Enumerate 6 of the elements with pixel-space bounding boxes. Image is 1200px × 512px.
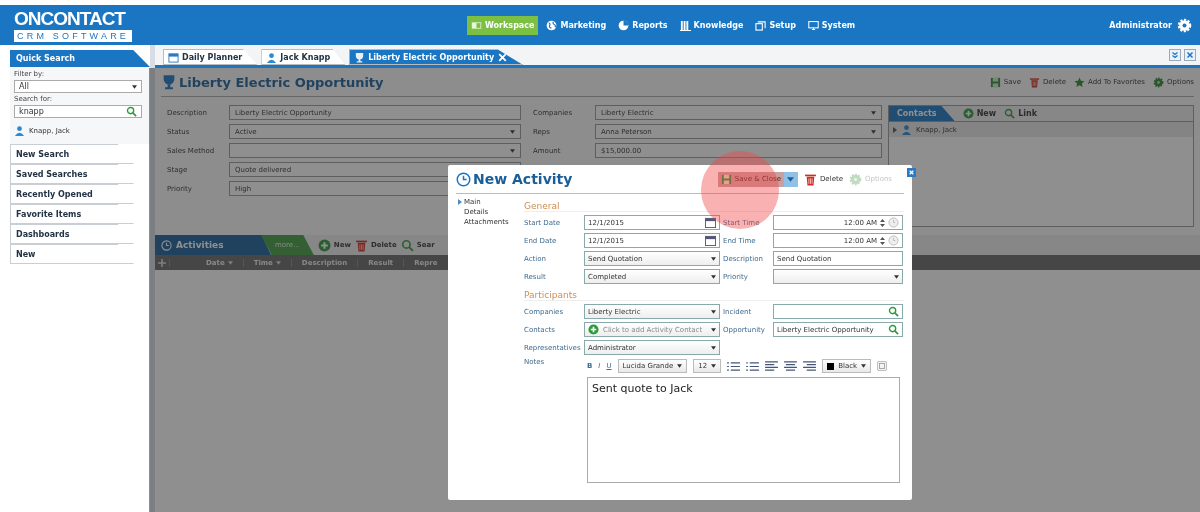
section-heading: General xyxy=(524,201,904,212)
section-title: Activities xyxy=(155,235,271,255)
record-title: Liberty Electric Opportunity xyxy=(161,74,384,90)
section-heading: Participants xyxy=(524,290,904,301)
logo: ONCONTACT CRM SOFTWARE xyxy=(14,8,133,42)
panel-header: Quick Search xyxy=(10,50,150,67)
